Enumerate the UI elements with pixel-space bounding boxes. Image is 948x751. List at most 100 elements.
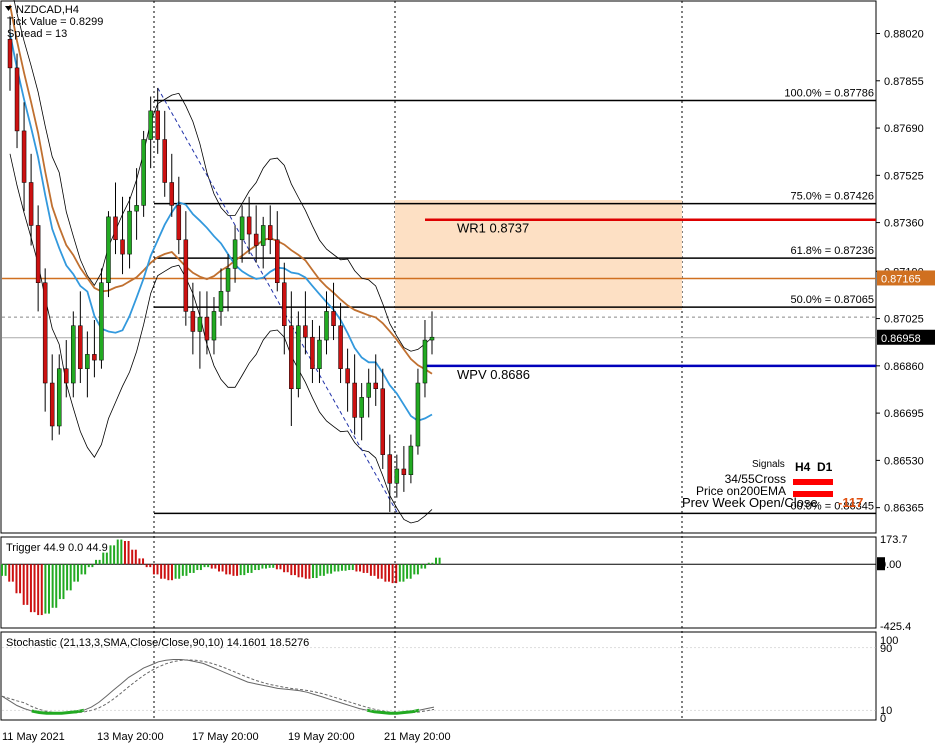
pivot-label: WPV 0.8686 <box>457 367 530 382</box>
candle-body <box>120 239 125 255</box>
symbol-label: NZDCAD,H4 <box>16 4 79 16</box>
candle-body <box>387 454 393 484</box>
candle-body <box>218 291 224 312</box>
trading-chart[interactable]: 100.0% = 0.87786 75.0% = 0.87426 61.8% = 0… <box>0 0 948 751</box>
signal-value: -117 <box>838 495 863 510</box>
candle-body <box>310 336 315 369</box>
candle-body <box>85 354 90 369</box>
candle-body <box>92 354 97 361</box>
fib-level-label: 50.0% = 0.87065 <box>791 294 875 306</box>
candle-body <box>415 382 421 447</box>
candle-body <box>394 468 400 484</box>
candle-body <box>408 445 414 475</box>
signals-col-h4: H4 <box>795 460 811 474</box>
price-tick-label: 0.86860 <box>884 361 924 373</box>
candle-body <box>183 239 189 312</box>
candle-body <box>422 339 428 384</box>
candle-body <box>246 216 252 235</box>
candle-body <box>106 216 111 284</box>
fib-level-label: 61.8% = 0.87236 <box>791 245 875 257</box>
trigger-axis-label: -425.4 <box>880 621 911 633</box>
trigger-axis-label: 173.7 <box>880 534 908 546</box>
candle-body <box>162 139 167 183</box>
ema-price-value: 0.87165 <box>881 273 921 285</box>
current-price-value: 0.86958 <box>881 333 921 345</box>
candle-body <box>366 382 371 398</box>
candle-body <box>155 110 160 140</box>
time-label-1: 13 May 20:00 <box>97 731 164 743</box>
candle-body <box>275 239 280 284</box>
signals-title: Signals <box>752 459 785 470</box>
price-tick-label: 0.87525 <box>884 170 924 182</box>
candle-body <box>197 316 203 332</box>
fib-level-label: 75.0% = 0.87426 <box>791 191 875 203</box>
candle-body <box>14 67 20 132</box>
time-label-2: 17 May 20:00 <box>192 731 259 743</box>
stochastic-axis-label: 0 <box>880 713 886 725</box>
candle-body <box>331 311 336 326</box>
weekly-range-zone <box>395 200 682 310</box>
candle-body <box>113 216 118 241</box>
price-tick-label: 0.86695 <box>884 408 924 420</box>
trigger-label: Trigger 44.9 0.0 44.9 <box>6 542 108 554</box>
candle-body <box>49 382 55 427</box>
stochastic-axis-label: 90 <box>880 643 892 655</box>
candle-body <box>134 205 139 212</box>
candle-body <box>317 339 322 369</box>
stochastic-label: Stochastic (21,13,3,SMA,Close/Close,90,1… <box>6 637 309 649</box>
candle-body <box>78 325 83 369</box>
trend-line <box>157 87 398 513</box>
candle-body <box>225 268 231 292</box>
time-label-3: 19 May 20:00 <box>288 731 355 743</box>
candle-body <box>127 210 132 255</box>
candle-body <box>42 282 48 384</box>
candle-body <box>28 182 34 226</box>
time-separators <box>153 1 683 720</box>
candle-body <box>232 239 238 269</box>
candle-body <box>401 468 407 475</box>
signal-bar-ema <box>793 491 833 497</box>
price-tick-label: 0.88020 <box>884 29 924 41</box>
signal-row-prevweek: Prev Week Open/Close <box>682 495 818 510</box>
time-label-4: 21 May 20:00 <box>384 731 451 743</box>
candle-body <box>7 38 13 69</box>
candle-body <box>352 382 357 418</box>
candle-body <box>99 282 104 361</box>
spread-label: Spread = 13 <box>7 28 67 40</box>
candle-body <box>380 388 386 455</box>
candle-body <box>267 225 273 241</box>
candle-body <box>260 225 266 246</box>
candle-body <box>204 316 210 341</box>
time-label-0: 11 May 2021 <box>2 731 65 743</box>
candle-body <box>296 325 301 390</box>
price-tick-label: 0.87025 <box>884 314 924 326</box>
signal-bar-cross <box>793 479 833 485</box>
price-tick-label: 0.87360 <box>884 218 924 230</box>
candle-body <box>429 336 435 341</box>
pivot-label: WR1 0.8737 <box>457 221 529 236</box>
candle-body <box>21 130 27 183</box>
candle-body <box>35 225 41 284</box>
candle-body <box>148 110 153 140</box>
candle-body <box>141 139 146 206</box>
stochastic-main-line <box>1 659 435 714</box>
price-tick-label: 0.86365 <box>884 503 924 515</box>
price-tick-label: 0.87690 <box>884 123 924 135</box>
candle-body <box>359 397 364 418</box>
signals-col-d1: D1 <box>817 460 833 474</box>
candle-body <box>338 325 343 369</box>
candle-body <box>373 382 378 390</box>
candle-body <box>64 368 69 384</box>
tick-value-label: Tick Value = 0.8299 <box>7 16 103 28</box>
candle-body <box>253 233 259 246</box>
candle-body <box>176 205 182 241</box>
candle-body <box>282 282 287 326</box>
candle-body <box>190 311 196 332</box>
candle-body <box>303 325 308 338</box>
stochastic-signal-line <box>1 659 435 714</box>
fib-level-label: 100.0% = 0.87786 <box>784 88 874 100</box>
price-tick-label: 0.87855 <box>884 76 924 88</box>
candle-body <box>211 311 217 341</box>
candle-body <box>324 311 329 341</box>
candle-body <box>345 368 350 384</box>
